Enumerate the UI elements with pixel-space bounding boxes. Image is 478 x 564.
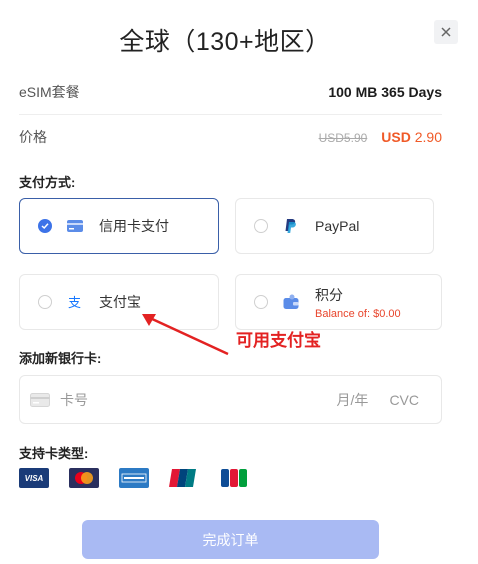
svg-text:支: 支 — [68, 296, 81, 309]
page-title: 全球（130+地区） — [119, 28, 331, 56]
plan-value: 100 MB 365 Days — [328, 84, 442, 100]
amex-icon — [119, 468, 149, 488]
add-card-title: 添加新银行卡: — [19, 351, 102, 366]
radio-checked[interactable] — [38, 219, 52, 233]
price-row: 价格 USD5.90 USD 2.90 — [19, 127, 442, 147]
plan-label: eSIM套餐 — [19, 84, 80, 100]
wallet-icon — [282, 293, 300, 311]
payment-option-credit-card[interactable]: 信用卡支付 — [19, 198, 219, 254]
radio[interactable] — [38, 295, 52, 309]
card-icon — [30, 392, 50, 407]
annotation-arrow-icon — [142, 314, 229, 356]
price-amount: 2.90 — [414, 129, 442, 145]
points-balance: Balance of: $0.00 — [315, 307, 401, 320]
visa-icon: VISA — [19, 468, 49, 488]
current-price: USD 2.90 — [381, 129, 442, 145]
payment-option-points[interactable]: 积分 Balance of: $0.00 — [235, 274, 442, 330]
price-currency: USD — [381, 129, 411, 145]
payment-option-paypal[interactable]: PayPal — [235, 198, 434, 254]
supported-cards-title: 支持卡类型: — [19, 446, 89, 461]
paypal-icon — [282, 217, 300, 235]
payment-option-label: 信用卡支付 — [99, 218, 169, 234]
submit-order-button[interactable]: 完成订单 — [82, 520, 379, 559]
radio[interactable] — [254, 219, 268, 233]
mastercard-icon — [69, 468, 99, 488]
payment-option-label: 支付宝 — [99, 294, 141, 310]
payment-option-label: 积分 — [315, 286, 343, 303]
original-price: USD5.90 — [318, 131, 368, 145]
unionpay-icon — [169, 468, 199, 488]
annotation-text: 可用支付宝 — [236, 331, 321, 350]
card-expiry-input[interactable]: 月/年 — [337, 390, 369, 410]
price-label: 价格 — [19, 129, 47, 145]
payment-option-label: PayPal — [315, 218, 360, 234]
radio[interactable] — [254, 295, 268, 309]
plan-row: eSIM套餐 100 MB 365 Days — [19, 82, 442, 102]
alipay-icon: 支 — [66, 293, 84, 311]
close-icon — [441, 27, 451, 37]
close-button[interactable] — [434, 20, 458, 44]
check-icon — [41, 223, 49, 230]
credit-card-icon — [66, 217, 84, 235]
divider — [19, 114, 442, 115]
payment-method-title: 支付方式: — [19, 175, 76, 190]
jcb-icon — [219, 468, 249, 488]
card-cvc-input[interactable]: CVC — [389, 392, 419, 408]
card-input-field[interactable]: 卡号 月/年 CVC — [19, 375, 442, 424]
card-brands: VISA — [19, 468, 249, 488]
card-number-input[interactable]: 卡号 — [60, 390, 337, 410]
